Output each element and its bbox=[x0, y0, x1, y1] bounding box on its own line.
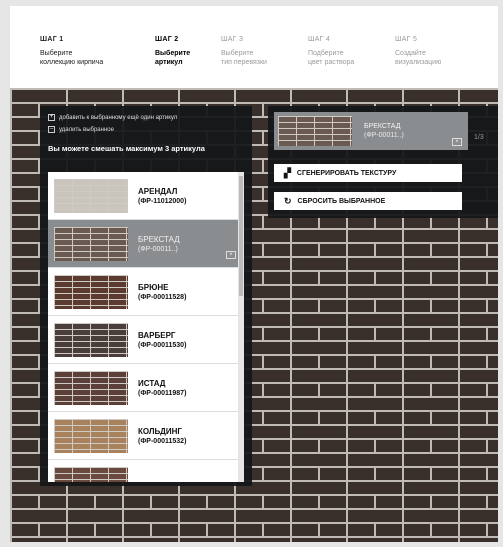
list-item-brekstad[interactable]: БРЕКСТАД (ФР-00011..) × bbox=[48, 220, 244, 268]
option-add-label: добавить к выбранному ещё один артикул bbox=[59, 114, 178, 121]
list-item-kolding[interactable]: КОЛЬДИНГ (ФР-00011532) bbox=[48, 412, 244, 460]
article-code: (ФР-00011..) bbox=[138, 245, 178, 253]
checkbox-remove[interactable]: – bbox=[48, 126, 55, 133]
step-number: ШАГ 5 bbox=[395, 36, 418, 43]
selected-name: БРЕКСТАД bbox=[364, 123, 401, 130]
list-item-partial[interactable] bbox=[48, 460, 244, 482]
brick-swatch bbox=[54, 274, 128, 309]
refresh-icon: ↻ bbox=[284, 195, 292, 206]
step-number: ШАГ 1 bbox=[40, 36, 64, 43]
step-desc: Подберите цвет раствора bbox=[308, 50, 355, 66]
article-code: (ФР-00011987) bbox=[138, 389, 187, 397]
brick-swatch bbox=[54, 178, 128, 213]
step-number: ШАГ 4 bbox=[308, 36, 331, 43]
step-4[interactable]: ШАГ 4 Подберите цвет раствора bbox=[308, 36, 386, 67]
list-item-varberg[interactable]: ВАРБЕРГ (ФР-00011530) bbox=[48, 316, 244, 364]
generate-label: СГЕНЕРИРОВАТЬ ТЕКСТУРУ bbox=[296, 169, 397, 177]
article-name: КОЛЬДИНГ bbox=[138, 426, 182, 436]
brick-swatch bbox=[54, 418, 128, 453]
selection-counter: 1/3 bbox=[474, 134, 484, 141]
article-code: (ФР-00011528) bbox=[138, 293, 187, 301]
brick-swatch bbox=[278, 116, 352, 146]
step-number: ШАГ 3 bbox=[221, 36, 244, 43]
mix-info-text: Вы можете смешать максимум 3 артикула bbox=[48, 144, 205, 153]
page-card: ШАГ 1 Выберите коллекцию кирпича ШАГ 2 Вы… bbox=[10, 6, 498, 542]
step-desc: Выберите тип перевязки bbox=[221, 50, 267, 66]
checkbox-add[interactable]: + bbox=[48, 114, 55, 121]
list-scrollbar[interactable] bbox=[238, 172, 244, 482]
list-item-istad[interactable]: ИСТАД (ФР-00011987) bbox=[48, 364, 244, 412]
scroll-thumb[interactable] bbox=[239, 176, 243, 296]
article-name: АРЕНДАЛ bbox=[138, 186, 178, 196]
step-3[interactable]: ШАГ 3 Выберите тип перевязки bbox=[221, 36, 299, 67]
article-name: БРЕКСТАД bbox=[138, 234, 180, 244]
brick-swatch bbox=[54, 322, 128, 357]
article-name: ВАРБЕРГ bbox=[138, 330, 176, 340]
reset-selection-button[interactable]: ↻ СБРОСИТЬ ВЫБРАННОЕ bbox=[274, 192, 462, 210]
selected-article: БРЕКСТАД (ФР-00011..) × bbox=[274, 112, 468, 150]
selection-panel: БРЕКСТАД (ФР-00011..) × 1/3 ▞ СГЕНЕРИРОВ… bbox=[268, 106, 498, 218]
step-5[interactable]: ШАГ 5 Создайте визуализацию bbox=[395, 36, 473, 67]
list-item-brune[interactable]: БРЮНЕ (ФР-00011528) bbox=[48, 268, 244, 316]
option-add-article[interactable]: + добавить к выбранному ещё один артикул bbox=[48, 114, 177, 121]
list-item-arendal[interactable]: АРЕНДАЛ (ФР-11012000) bbox=[48, 172, 244, 220]
article-name: БРЮНЕ bbox=[138, 282, 169, 292]
brick-swatch bbox=[54, 226, 128, 261]
reset-label: СБРОСИТЬ ВЫБРАННОЕ bbox=[297, 197, 386, 205]
option-remove-label: удалить выбранное bbox=[59, 126, 114, 133]
article-list[interactable]: АРЕНДАЛ (ФР-11012000) БРЕКСТАД (ФР-00011… bbox=[48, 172, 244, 482]
remove-icon[interactable]: × bbox=[226, 251, 236, 259]
remove-icon[interactable]: × bbox=[452, 138, 462, 146]
steps-bar: ШАГ 1 Выберите коллекцию кирпича ШАГ 2 Вы… bbox=[10, 6, 498, 88]
selected-code: (ФР-00011..) bbox=[364, 132, 404, 139]
article-panel: + добавить к выбранному ещё один артикул… bbox=[40, 106, 252, 486]
article-code: (ФР-00011530) bbox=[138, 341, 187, 349]
generate-texture-button[interactable]: ▞ СГЕНЕРИРОВАТЬ ТЕКСТУРУ bbox=[274, 164, 462, 182]
texture-icon: ▞ bbox=[284, 167, 291, 178]
article-name: ИСТАД bbox=[138, 378, 166, 388]
brick-swatch bbox=[54, 370, 128, 405]
article-code: (ФР-11012000) bbox=[138, 197, 187, 205]
step-desc: Создайте визуализацию bbox=[395, 50, 442, 66]
option-remove-selected[interactable]: – удалить выбранное bbox=[48, 126, 114, 133]
step-desc: Выберите коллекцию кирпича bbox=[40, 50, 104, 66]
step-1[interactable]: ШАГ 1 Выберите коллекцию кирпича bbox=[40, 36, 118, 67]
brick-swatch bbox=[54, 466, 128, 482]
article-code: (ФР-00011532) bbox=[138, 437, 187, 445]
